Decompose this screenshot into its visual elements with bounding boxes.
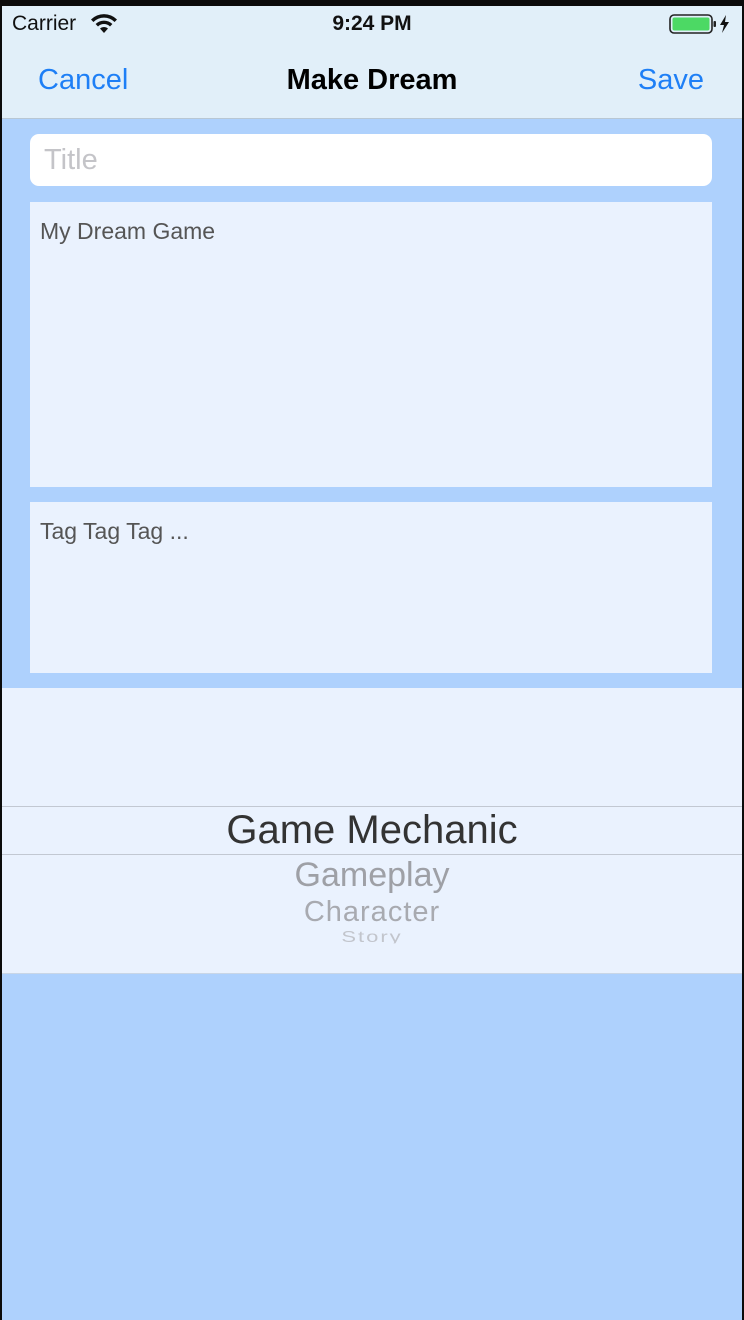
battery-charging-icon xyxy=(669,14,729,34)
category-picker[interactable]: Game Mechanic Gameplay Character Story xyxy=(2,688,742,974)
title-input[interactable] xyxy=(30,134,712,186)
navigation-bar: Cancel Make Dream Save xyxy=(2,46,742,118)
save-button[interactable]: Save xyxy=(638,64,704,97)
clock: 9:24 PM xyxy=(332,12,412,35)
picker-selection-top-line xyxy=(2,806,742,807)
screen: Carrier 9:24 PM Cancel Make Dream Save M… xyxy=(2,6,742,1320)
tags-textarea[interactable]: Tag Tag Tag ... xyxy=(30,502,712,673)
picker-option[interactable]: Gameplay xyxy=(2,856,742,895)
picker-option[interactable]: Character xyxy=(2,896,742,929)
picker-option[interactable]: Story xyxy=(2,928,742,943)
top-bar: Carrier 9:24 PM Cancel Make Dream Save xyxy=(2,6,742,119)
picker-option-selected[interactable]: Game Mechanic xyxy=(2,808,742,853)
tags-text: Tag Tag Tag ... xyxy=(40,518,189,544)
picker-selection-bottom-line xyxy=(2,854,742,855)
description-text: My Dream Game xyxy=(40,218,216,244)
description-textarea[interactable]: My Dream Game xyxy=(30,202,712,487)
status-bar: Carrier 9:24 PM xyxy=(2,6,742,46)
page-title: Make Dream xyxy=(286,64,458,96)
